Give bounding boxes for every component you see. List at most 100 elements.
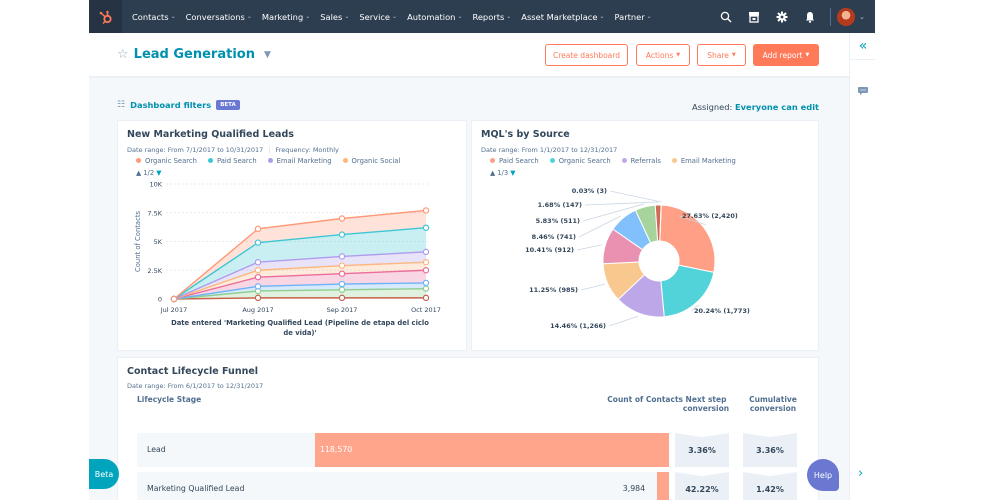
nav-item-label: Partner — [614, 11, 645, 22]
share-button[interactable]: Share ▼ — [697, 44, 746, 66]
y-tick-label: 10K — [149, 181, 162, 189]
caret-down-icon: ▼ — [805, 52, 810, 58]
data-point — [254, 258, 262, 266]
page-title: Lead Generation — [133, 47, 255, 62]
dashboard-filters-label: Dashboard filters — [130, 100, 212, 110]
count-value: 118,570 — [320, 445, 353, 454]
y-tick-label: 0 — [158, 296, 162, 304]
data-point — [422, 285, 430, 292]
assigned-info: Assigned: Everyone can edit — [692, 102, 819, 112]
beta-tab[interactable]: Beta — [89, 459, 119, 489]
chat-icon[interactable] — [858, 81, 868, 100]
data-point — [422, 267, 430, 274]
mql-line-chart-card: New Marketing Qualified Leads Date range… — [117, 120, 467, 351]
share-label: Share — [707, 50, 729, 60]
data-point — [254, 239, 262, 246]
pie-leader-line — [576, 244, 603, 251]
data-point — [338, 280, 346, 288]
caret-down-icon[interactable]: ▼ — [264, 50, 271, 60]
header-count: Count of Contacts — [607, 395, 683, 404]
data-point — [254, 283, 262, 290]
card-subtitle: Date range: From 6/1/2017 to 12/31/2017 — [127, 382, 264, 390]
funnel-card: Contact Lifecycle Funnel Date range: Fro… — [117, 357, 819, 500]
chevron-down-icon[interactable]: ⌄ — [859, 13, 865, 21]
help-button[interactable]: Help — [807, 459, 839, 491]
bell-icon[interactable] — [796, 0, 824, 33]
stage-label: Marketing Qualified Lead — [147, 484, 245, 493]
header-lifecycle-stage: Lifecycle Stage — [137, 395, 202, 404]
nav-item-label: Reports — [472, 11, 505, 22]
hubspot-logo[interactable] — [89, 0, 122, 33]
nav-item-label: Conversations — [185, 11, 245, 22]
avatar[interactable] — [837, 7, 856, 26]
actions-label: Actions — [645, 50, 674, 60]
count-value: 3,984 — [622, 484, 646, 493]
data-point — [338, 270, 346, 277]
pie-data-label: 8.46% (741) — [532, 233, 576, 241]
collapse-icon[interactable]: « — [850, 33, 875, 60]
y-tick-label: 2.5K — [147, 267, 162, 275]
search-icon[interactable] — [712, 0, 740, 33]
chevron-down-icon: ⌄ — [599, 13, 605, 20]
dashboard-filters[interactable]: ☷ Dashboard filters BETA — [117, 100, 240, 110]
x-tick-label: Oct 2017 — [411, 306, 441, 314]
y-tick-label: 7.5K — [147, 209, 162, 217]
gear-icon[interactable] — [768, 0, 796, 33]
stage-label: Lead — [147, 445, 166, 454]
assigned-label: Assigned: — [692, 102, 733, 112]
create-dashboard-button[interactable]: Create dashboard — [545, 44, 628, 66]
nav-item-partner[interactable]: Partner ⌄ — [615, 12, 652, 22]
pie-chart: 27.63% (2,420) 20.24% (1,773) 14.46% (1,26… — [525, 187, 750, 330]
data-point — [338, 253, 346, 260]
chevron-right-icon[interactable]: › — [858, 466, 863, 481]
sprocket-icon — [99, 10, 112, 24]
actions-button[interactable]: Actions ▼ — [636, 44, 690, 66]
header-cumulative: Cumulative conversion — [749, 395, 797, 413]
x-axis-label: Date entered 'Marketing Qualified Lead (… — [171, 319, 429, 327]
nav-item-asset-marketplace[interactable]: Asset Marketplace ⌄ — [521, 12, 604, 22]
marketplace-icon[interactable] — [740, 0, 768, 33]
nav-item-label: Automation — [407, 11, 456, 22]
create-dashboard-label: Create dashboard — [553, 50, 620, 60]
beta-label: Beta — [94, 469, 114, 479]
data-point — [170, 295, 178, 303]
header-next-step: Next step conversion — [682, 395, 730, 413]
cumulative-conversion: 3.36% — [743, 433, 797, 467]
beta-badge: BETA — [216, 100, 240, 110]
nav-item-contacts[interactable]: Contacts ⌄ — [132, 12, 176, 22]
next-step-conversion: 42.22% — [675, 472, 729, 500]
data-point — [254, 225, 262, 233]
nav-item-sales[interactable]: Sales ⌄ — [320, 12, 349, 22]
funnel-bar[interactable] — [315, 433, 669, 467]
assigned-link[interactable]: Everyone can edit — [735, 102, 819, 112]
pie-data-label: 1.68% (147) — [538, 201, 582, 209]
nav-item-service[interactable]: Service ⌄ — [359, 12, 397, 22]
nav-item-conversations[interactable]: Conversations ⌄ — [186, 12, 252, 22]
data-point — [422, 294, 430, 302]
data-point — [338, 231, 346, 238]
star-icon[interactable]: ☆ — [117, 47, 129, 62]
nav-item-automation[interactable]: Automation ⌄ — [407, 12, 462, 22]
data-point — [338, 215, 346, 222]
pie-leader-line — [609, 190, 662, 203]
pie-data-label: 11.25% (985) — [529, 286, 578, 294]
chevron-down-icon: ⌄ — [392, 13, 398, 20]
chevron-down-icon: ⌄ — [305, 13, 311, 20]
add-report-label: Add report — [762, 50, 803, 60]
chevron-down-icon: ⌄ — [646, 13, 652, 20]
data-point — [338, 262, 346, 269]
data-point — [422, 248, 430, 256]
x-tick-label: Aug 2017 — [242, 306, 273, 314]
y-tick-label: 5K — [154, 238, 163, 246]
data-point — [254, 273, 262, 281]
dashboard-header: ☆ Lead Generation ▼ Create dashboard Act… — [89, 33, 849, 78]
nav-item-label: Contacts — [132, 11, 169, 22]
add-report-button[interactable]: Add report ▼ — [753, 44, 819, 66]
nav-item-reports[interactable]: Reports ⌄ — [472, 12, 511, 22]
funnel-bar[interactable] — [657, 472, 669, 500]
nav-item-marketing[interactable]: Marketing ⌄ — [262, 12, 310, 22]
mql-pie-chart-card: MQL's by Source Date range: From 1/1/201… — [471, 120, 819, 351]
line-chart: 0 2.5K 5K 7.5K 10K Jul 2017 Aug 2017 Sep 2017 Oc… — [134, 181, 441, 338]
nav-divider — [830, 7, 832, 26]
data-point — [422, 224, 430, 231]
